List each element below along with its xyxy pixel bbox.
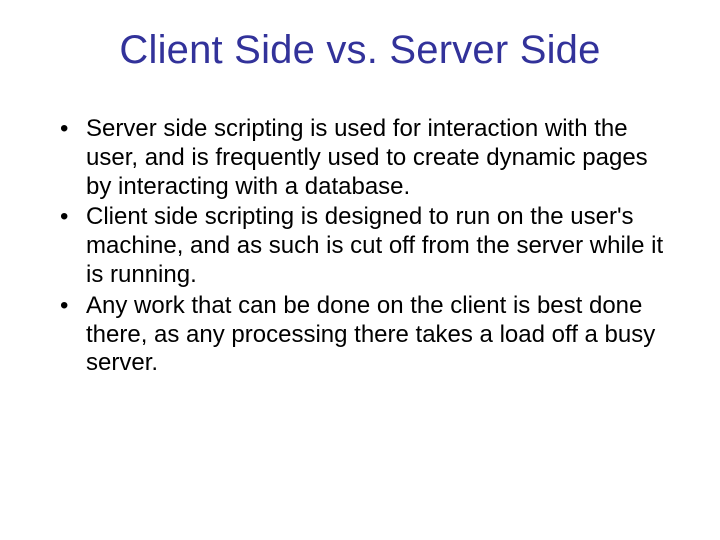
slide-title: Client Side vs. Server Side [50, 28, 670, 73]
list-item: Client side scripting is designed to run… [50, 203, 670, 289]
list-item: Any work that can be done on the client … [50, 292, 670, 378]
bullet-list: Server side scripting is used for intera… [50, 115, 670, 378]
list-item: Server side scripting is used for intera… [50, 115, 670, 201]
slide: Client Side vs. Server Side Server side … [0, 0, 720, 540]
